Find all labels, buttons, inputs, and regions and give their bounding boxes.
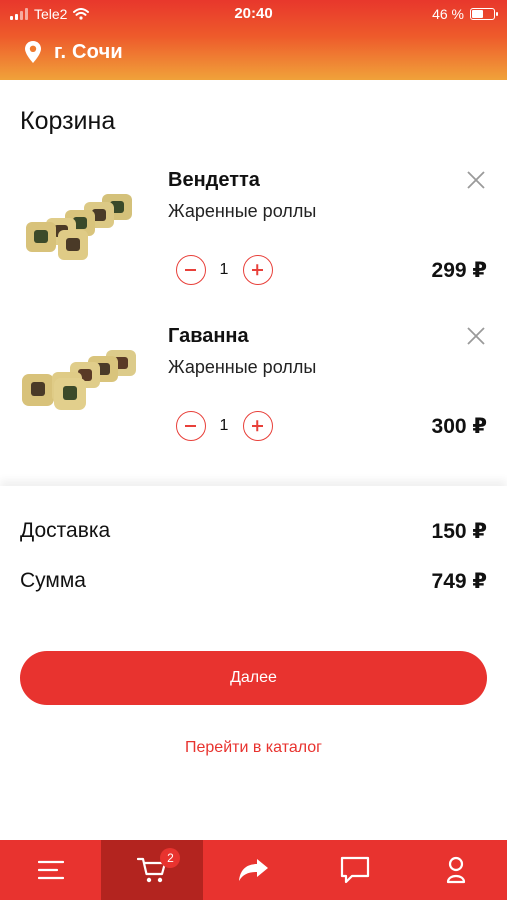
bottom-navigation: 2 xyxy=(0,840,507,900)
page-title: Корзина xyxy=(20,107,116,135)
cart-item: Гаванна Жаренные роллы 1 300 ₽ xyxy=(0,325,507,478)
location-pin-icon xyxy=(25,41,41,63)
close-icon[interactable] xyxy=(465,325,487,347)
item-category: Жаренные роллы xyxy=(168,201,317,221)
increase-quantity-button[interactable] xyxy=(243,411,273,441)
rolls-image xyxy=(26,194,132,260)
chat-icon xyxy=(340,856,370,884)
item-quantity: 1 xyxy=(219,417,229,434)
item-price: 299 ₽ xyxy=(431,259,487,282)
total-value: 749 ₽ xyxy=(431,570,487,593)
city-name: г. Сочи xyxy=(54,40,123,63)
close-icon[interactable] xyxy=(465,169,487,191)
item-price: 300 ₽ xyxy=(431,415,487,438)
next-button[interactable]: Далее xyxy=(20,651,487,705)
status-right: 46 % xyxy=(432,6,498,22)
increase-quantity-button[interactable] xyxy=(243,255,273,285)
delivery-value: 150 ₽ xyxy=(431,520,487,543)
total-label: Сумма xyxy=(20,569,86,592)
rolls-image xyxy=(22,350,136,410)
cart-count-badge: 2 xyxy=(160,848,181,868)
status-time: 20:40 xyxy=(234,5,273,22)
status-bar: Tele2 20:40 46 % xyxy=(0,0,507,28)
nav-chat[interactable] xyxy=(304,840,405,900)
profile-icon xyxy=(447,856,466,884)
decrease-quantity-button[interactable] xyxy=(176,255,206,285)
item-name: Вендетта xyxy=(168,169,260,191)
nav-share[interactable] xyxy=(203,840,304,900)
battery-percent: 46 % xyxy=(432,6,464,22)
nav-cart[interactable]: 2 xyxy=(101,840,203,900)
item-quantity: 1 xyxy=(219,261,229,278)
go-to-catalog-link[interactable]: Перейти в каталог xyxy=(0,739,507,757)
cart-item: Вендетта Жаренные роллы 1 299 ₽ xyxy=(0,169,507,322)
item-name: Гаванна xyxy=(168,325,249,347)
decrease-quantity-button[interactable] xyxy=(176,411,206,441)
delivery-label: Доставка xyxy=(20,519,111,542)
battery-icon xyxy=(470,8,498,20)
nav-menu[interactable] xyxy=(0,840,101,900)
city-selector[interactable]: г. Сочи xyxy=(24,40,123,64)
app-header: Tele2 20:40 46 % г. Сочи xyxy=(0,0,507,80)
share-arrow-icon xyxy=(238,859,268,881)
order-summary: Доставка 150 ₽ Сумма 749 ₽ Далее Перейти… xyxy=(0,486,507,840)
item-category: Жаренные роллы xyxy=(168,357,317,377)
menu-icon xyxy=(37,860,64,880)
nav-profile[interactable] xyxy=(406,840,507,900)
